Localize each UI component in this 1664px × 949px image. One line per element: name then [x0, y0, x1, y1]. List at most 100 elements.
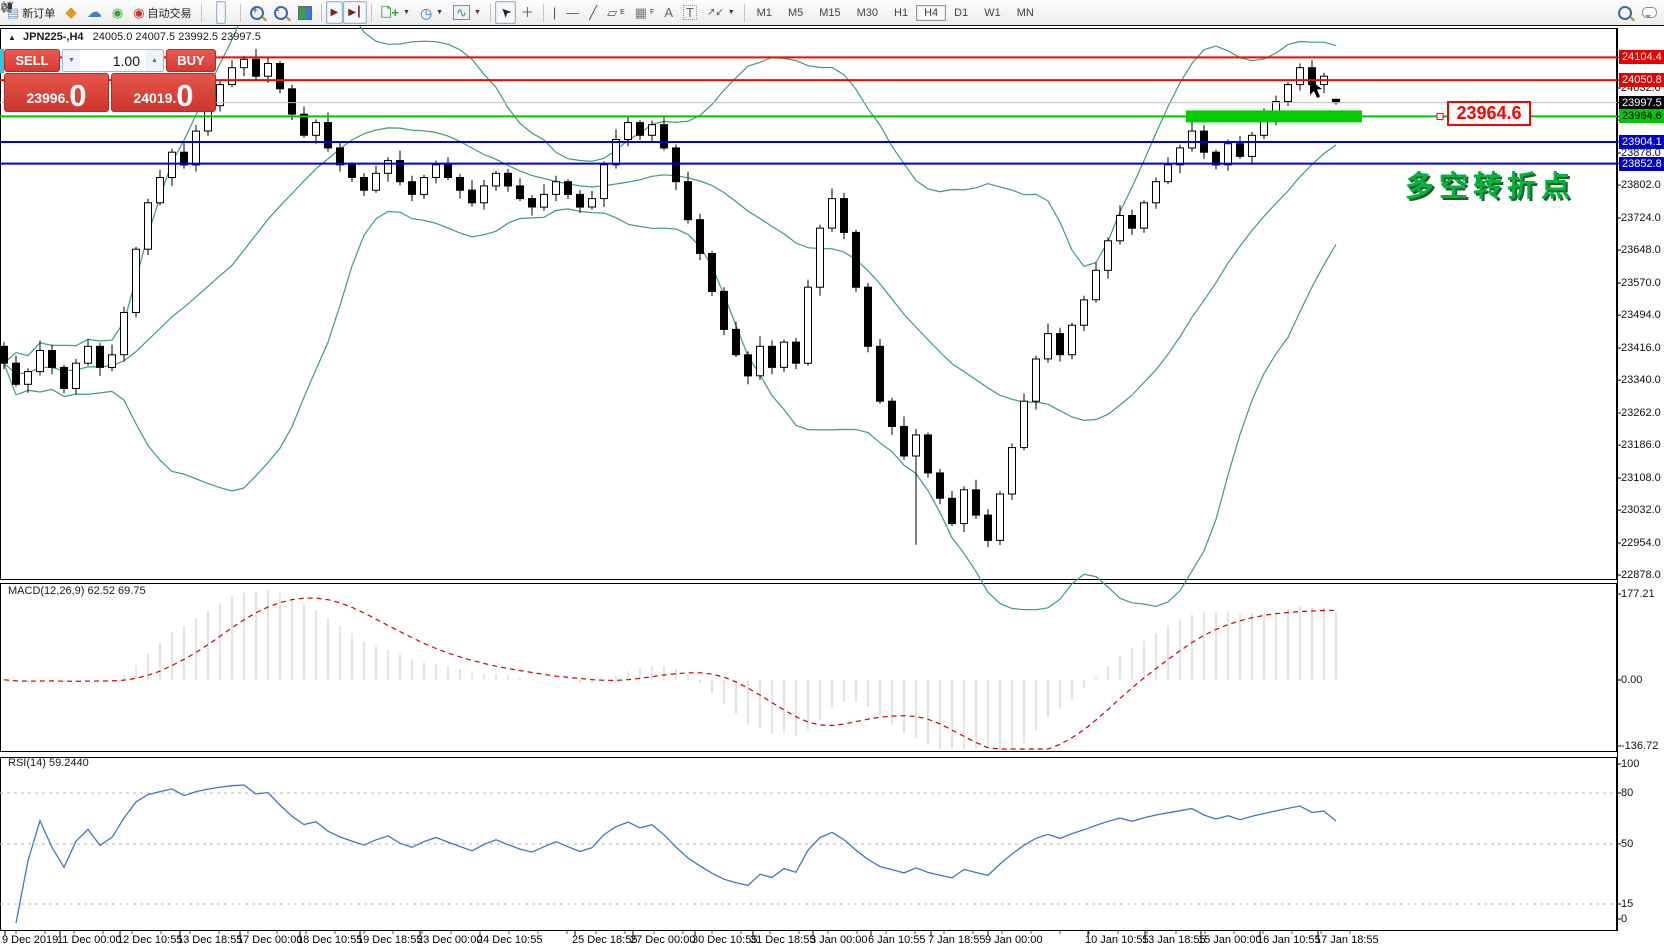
rsi-scale-label[interactable]: 100 [1621, 758, 1639, 770]
chinese-annotation[interactable]: 多空转折点 [1405, 163, 1575, 205]
period-button[interactable]: ◷▼ [415, 1, 448, 24]
time-label[interactable]: 17 Jan 18:55 [1315, 934, 1379, 946]
time-label[interactable]: 11 Dec 00:00 [57, 934, 122, 946]
price-tick-label[interactable]: 23262.0 [1621, 407, 1664, 420]
time-label[interactable]: 23 Dec 00:00 [417, 934, 482, 946]
rsi-scale-label[interactable]: 80 [1621, 787, 1633, 799]
timeframe-h1[interactable]: H1 [886, 5, 916, 21]
sell-button[interactable]: SELL [4, 49, 60, 72]
channel-button[interactable]: ▱E [602, 1, 630, 24]
time-label[interactable]: 18 Dec 10:55 [297, 934, 362, 946]
vertical-line-button[interactable]: | [548, 1, 561, 24]
zoom-in-button[interactable]: + [245, 1, 269, 24]
time-label[interactable]: 13 Dec 18:55 [177, 934, 242, 946]
time-label[interactable]: 7 Jan 18:55 [928, 934, 986, 946]
time-label[interactable]: 13 Jan 18:55 [1142, 934, 1206, 946]
crosshair-button[interactable]: ＋ [516, 1, 539, 24]
candlestick-chart-button[interactable] [216, 1, 226, 24]
price-line-label[interactable]: 23964.6 [1619, 109, 1664, 123]
time-label[interactable]: 19 Dec 18:55 [357, 934, 422, 946]
cursor-button[interactable]: ➤ [495, 1, 516, 24]
chart-canvas[interactable] [0, 0, 1664, 949]
timeframe-m30[interactable]: M30 [849, 5, 886, 21]
timeframe-h4[interactable]: H4 [916, 5, 946, 21]
timeframe-d1[interactable]: D1 [946, 5, 976, 21]
rsi-scale-label[interactable]: 15 [1621, 898, 1633, 910]
candle-body [673, 148, 680, 182]
time-label[interactable]: 27 Dec 00:00 [630, 934, 695, 946]
time-label[interactable]: 15 Jan 00:00 [1198, 934, 1262, 946]
time-label[interactable]: 6 Jan 10:55 [868, 934, 926, 946]
community-button[interactable]: ☁ [82, 1, 107, 24]
buy-button[interactable]: BUY [166, 49, 216, 72]
timeframe-w1[interactable]: W1 [976, 5, 1009, 21]
price-tick-label[interactable]: 23340.0 [1621, 374, 1664, 387]
price-callout-label[interactable]: 23964.6 [1447, 101, 1531, 126]
chart-shift-button[interactable]: ▶┃ [343, 1, 367, 24]
rsi-scale-label[interactable]: 0 [1621, 913, 1627, 925]
price-tick-label[interactable]: 23494.0 [1621, 309, 1664, 322]
line-chart-button[interactable] [226, 1, 236, 24]
new-chart-button[interactable]: 🗋+▼ [376, 1, 415, 24]
volume-decrease-button[interactable]: ▼ [63, 50, 80, 71]
indicators-button[interactable]: ∿▼ [448, 1, 486, 24]
fibonacci-button[interactable]: ▦F [630, 1, 660, 24]
timeframe-m5[interactable]: M5 [780, 5, 811, 21]
time-label[interactable]: 12 Dec 10:55 [117, 934, 182, 946]
signals-button[interactable]: ◉ [107, 1, 128, 24]
history-center-button[interactable]: ◆ [60, 1, 82, 24]
search-button[interactable] [1613, 1, 1637, 24]
volume-input[interactable]: 1.00 [80, 53, 146, 69]
bar-chart-button[interactable] [206, 1, 216, 24]
price-line-label[interactable]: 23997.5 [1619, 96, 1664, 110]
shapes-button[interactable]: ↗↙▼ [702, 1, 740, 24]
time-label[interactable]: 17 Dec 00:00 [237, 934, 302, 946]
time-label[interactable]: 30 Dec 10:55 [692, 934, 757, 946]
time-label[interactable]: 3 Jan 00:00 [810, 934, 868, 946]
buy-price[interactable]: 24019 . 0 [111, 73, 216, 112]
timeframe-mn[interactable]: MN [1009, 5, 1042, 21]
trendline-button[interactable]: ╱ [584, 1, 602, 24]
price-tick-label[interactable]: 22878.0 [1621, 569, 1664, 582]
candle-body [277, 64, 284, 89]
price-tick-label[interactable]: 23416.0 [1621, 342, 1664, 355]
time-label[interactable]: 9 Jan 00:00 [985, 934, 1043, 946]
rsi-scale-label[interactable]: 50 [1621, 838, 1633, 850]
collapse-triangle-icon[interactable]: ▲ [8, 33, 16, 42]
price-tick-label[interactable]: 23186.0 [1621, 439, 1664, 452]
price-tick-label[interactable]: 23648.0 [1621, 244, 1664, 257]
timeframe-m1[interactable]: M1 [749, 5, 780, 21]
price-line-label[interactable]: 24050.8 [1619, 73, 1664, 87]
price-tick-label[interactable]: 23570.0 [1621, 277, 1664, 290]
price-line-label[interactable]: 23904.1 [1619, 135, 1664, 149]
text-label-button[interactable]: T [678, 1, 702, 24]
macd-scale-label[interactable]: 0.00 [1621, 674, 1642, 686]
time-label[interactable]: 10 Jan 10:55 [1085, 934, 1149, 946]
volume-increase-button[interactable]: ▲ [146, 50, 163, 71]
cursor-icon: ➤ [497, 4, 514, 21]
horizontal-line-button[interactable]: — [561, 1, 584, 24]
price-line-label[interactable]: 23852.8 [1619, 157, 1664, 171]
macd-scale-label[interactable]: -136.72 [1621, 740, 1658, 752]
time-label[interactable]: 25 Dec 18:55 [572, 934, 637, 946]
price-tick-label[interactable]: 23032.0 [1621, 504, 1664, 517]
tile-windows-button[interactable] [293, 1, 317, 24]
price-tick-label[interactable]: 23108.0 [1621, 472, 1664, 485]
candle-body [853, 232, 860, 287]
autoscroll-button[interactable]: ▶ [326, 1, 344, 24]
macd-scale-label[interactable]: 177.21 [1621, 588, 1655, 600]
chat-button[interactable] [1637, 1, 1662, 24]
time-label[interactable]: 31 Dec 18:55 [750, 934, 815, 946]
time-label[interactable]: 9 Dec 2019 [2, 934, 58, 946]
price-tick-label[interactable]: 22954.0 [1621, 537, 1664, 550]
price-line-label[interactable]: 24104.4 [1619, 50, 1664, 64]
sell-price[interactable]: 23996 . 0 [4, 73, 109, 112]
zoom-out-button[interactable]: - [269, 1, 293, 24]
autotrading-button[interactable]: ◉ 自动交易 [128, 1, 196, 24]
price-tick-label[interactable]: 23724.0 [1621, 212, 1664, 225]
time-label[interactable]: 16 Jan 10:55 [1257, 934, 1321, 946]
text-button[interactable]: A [659, 1, 678, 24]
price-tick-label[interactable]: 23802.0 [1621, 179, 1664, 192]
timeframe-m15[interactable]: M15 [811, 5, 848, 21]
time-label[interactable]: 24 Dec 10:55 [477, 934, 542, 946]
